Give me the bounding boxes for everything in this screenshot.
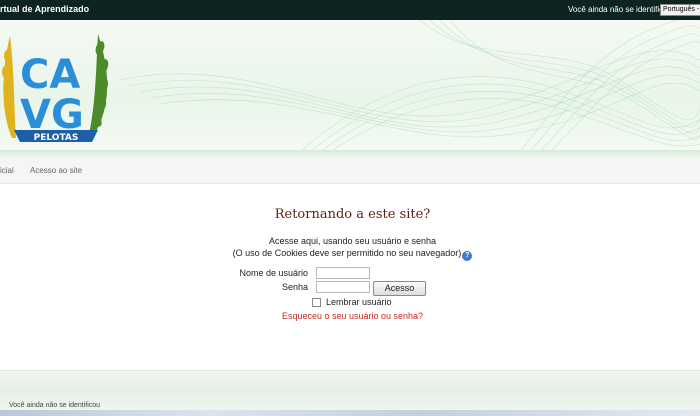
login-status: Você ainda não se identificou: [568, 5, 673, 14]
help-icon[interactable]: ?: [462, 251, 473, 261]
taskbar-strip: [0, 410, 700, 416]
wheat-icon: [2, 36, 16, 138]
header-banner: CA VG PELOTAS: [0, 20, 700, 152]
password-label: Senha: [281, 282, 308, 292]
banner-divider: [0, 150, 700, 158]
nav-home-link[interactable]: icial: [0, 166, 14, 175]
navigation-bar: icial Acesso ao site: [0, 158, 700, 184]
username-label: Nome de usuário: [239, 268, 308, 278]
login-desc-line2: (O uso de Cookies deve ser permitido no …: [230, 247, 475, 261]
top-bar: rtual de Aprendizado Você ainda não se i…: [0, 0, 700, 20]
svg-text:PELOTAS: PELOTAS: [34, 133, 79, 143]
login-title: Retornando a este site?: [274, 207, 431, 222]
login-description: Acesse aqui, usando seu usuário e senha …: [230, 235, 475, 261]
site-title[interactable]: rtual de Aprendizado: [0, 4, 89, 14]
language-select[interactable]: Português - B: [660, 4, 700, 16]
laurel-icon: [88, 34, 109, 138]
remember-checkbox[interactable]: [312, 298, 321, 307]
footer-login-status: Você ainda não se identificou: [9, 402, 101, 409]
password-input[interactable]: [316, 281, 370, 293]
login-desc-line2-text: (O uso de Cookies deve ser permitido no …: [232, 248, 462, 258]
nav-login-link[interactable]: Acesso ao site: [30, 166, 82, 175]
remember-label[interactable]: Lembrar usuário: [326, 297, 392, 307]
footer: [0, 370, 700, 410]
login-submit-button[interactable]: Acesso: [373, 281, 426, 296]
username-input[interactable]: [316, 267, 370, 279]
forgot-password-link[interactable]: Esqueceu o seu usuário ou senha?: [280, 311, 425, 321]
login-desc-line1: Acesse aqui, usando seu usuário e senha: [268, 236, 437, 246]
cavg-logo[interactable]: CA VG PELOTAS: [0, 26, 112, 150]
